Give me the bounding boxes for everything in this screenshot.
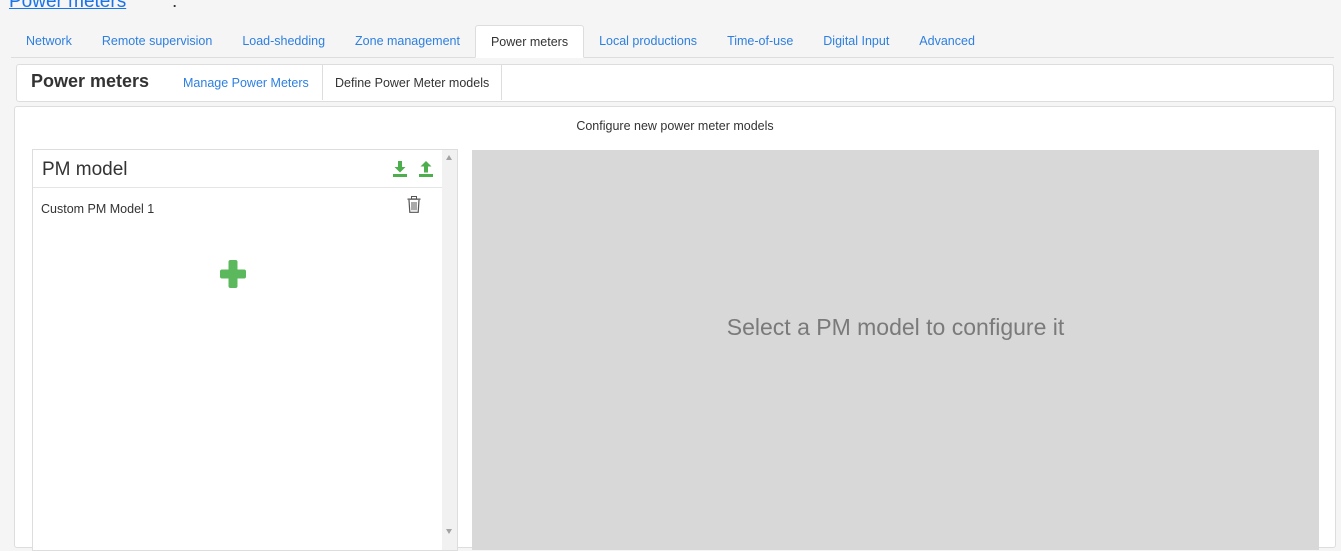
pm-list-scrollbar[interactable] — [442, 150, 457, 550]
pm-model-list: PM model Custom PM Model 1 — [32, 149, 458, 551]
download-icon[interactable] — [393, 161, 407, 177]
tab-power-meters[interactable]: Power meters — [474, 25, 585, 58]
main-tab-bar: Network Remote supervision Load-shedding… — [11, 25, 1334, 58]
tab-local-productions[interactable]: Local productions — [584, 25, 712, 57]
subtab-define-power-meter-models[interactable]: Define Power Meter models — [322, 65, 503, 100]
page-title: Power meters — [31, 71, 150, 91]
pm-list-header: PM model — [33, 150, 442, 188]
tab-advanced[interactable]: Advanced — [904, 25, 990, 57]
pm-config-area: Select a PM model to configure it — [472, 150, 1319, 550]
content-heading: Configure new power meter models — [576, 119, 774, 133]
subtab-manage-power-meters[interactable]: Manage Power Meters — [183, 65, 309, 100]
trash-icon[interactable] — [407, 196, 421, 213]
tab-remote-supervision[interactable]: Remote supervision — [87, 25, 227, 57]
upload-icon[interactable] — [419, 161, 433, 177]
sub-nav-bar: Power meters Manage Power Meters Define … — [16, 64, 1334, 102]
link-suffix: : — [172, 0, 178, 12]
pm-list-title: PM model — [42, 159, 128, 180]
tab-zone-management[interactable]: Zone management — [340, 25, 475, 57]
scroll-down-arrow-icon[interactable] — [446, 529, 452, 534]
power-meters-link[interactable]: Power meters — [9, 0, 126, 13]
tab-network[interactable]: Network — [11, 25, 87, 57]
plus-icon[interactable] — [220, 260, 246, 288]
tab-time-of-use[interactable]: Time-of-use — [712, 25, 808, 57]
pm-model-name: Custom PM Model 1 — [41, 202, 155, 216]
tab-digital-input[interactable]: Digital Input — [808, 25, 904, 57]
content-panel: Configure new power meter models PM mode… — [14, 106, 1336, 551]
config-placeholder: Select a PM model to configure it — [726, 314, 1065, 340]
list-item[interactable]: Custom PM Model 1 — [33, 187, 442, 229]
scroll-up-arrow-icon[interactable] — [446, 155, 452, 160]
tab-load-shedding[interactable]: Load-shedding — [227, 25, 340, 57]
